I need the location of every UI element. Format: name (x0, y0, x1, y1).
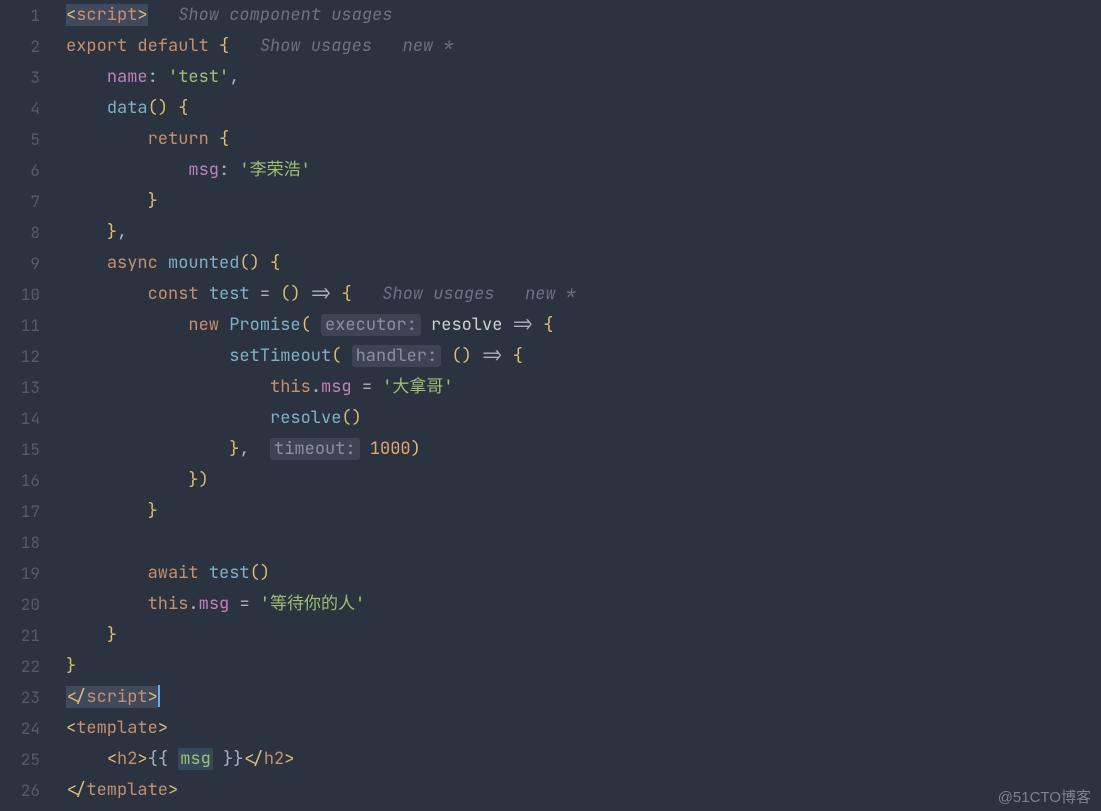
code-line[interactable]: async mounted() { (58, 248, 1101, 279)
code-line[interactable]: new Promise( executor: resolve => { (58, 310, 1101, 341)
code-line[interactable]: return { (58, 124, 1101, 155)
code-line[interactable]: msg: '李荣浩' (58, 155, 1101, 186)
param-inlay: handler: (352, 345, 442, 367)
code-line[interactable]: }, timeout: 1000) (58, 434, 1101, 465)
code-line[interactable]: <h2>{{ msg }}</h2> (58, 744, 1101, 775)
inlay-hint[interactable]: Show usages (382, 283, 494, 305)
code-line[interactable]: await test() (58, 558, 1101, 589)
line-number: 17 (0, 496, 40, 527)
param-inlay: timeout: (270, 438, 360, 460)
line-number: 20 (0, 589, 40, 620)
line-number: 18 (0, 527, 40, 558)
code-line[interactable]: } (58, 620, 1101, 651)
code-line[interactable]: </template> (58, 775, 1101, 806)
line-number-gutter: 1234567891011121314151617181920212223242… (0, 0, 58, 811)
line-number: 4 (0, 93, 40, 124)
line-number: 7 (0, 186, 40, 217)
line-number: 1 (0, 0, 40, 31)
line-number: 5 (0, 124, 40, 155)
line-number: 26 (0, 775, 40, 806)
line-number: 16 (0, 465, 40, 496)
code-line[interactable]: export default { Show usages new * (58, 31, 1101, 62)
line-number: 3 (0, 62, 40, 93)
code-line[interactable]: </script> (58, 682, 1101, 713)
inlay-hint[interactable]: Show component usages (178, 4, 392, 26)
inlay-hint[interactable]: Show usages (260, 35, 372, 57)
line-number: 2 (0, 31, 40, 62)
code-line[interactable]: } (58, 651, 1101, 682)
code-line[interactable]: const test = () => { Show usages new * (58, 279, 1101, 310)
line-number: 8 (0, 217, 40, 248)
inlay-hint[interactable]: new * (403, 35, 454, 57)
line-number: 9 (0, 248, 40, 279)
line-number: 24 (0, 713, 40, 744)
line-number: 14 (0, 403, 40, 434)
text-cursor (158, 685, 160, 707)
code-line[interactable]: name: 'test', (58, 62, 1101, 93)
line-number: 21 (0, 620, 40, 651)
code-line[interactable]: data() { (58, 93, 1101, 124)
code-line[interactable]: } (58, 186, 1101, 217)
code-line[interactable]: <script> Show component usages (58, 0, 1101, 31)
line-number: 6 (0, 155, 40, 186)
line-number: 22 (0, 651, 40, 682)
param-inlay: executor: (321, 314, 421, 336)
code-line[interactable]: this.msg = '等待你的人' (58, 589, 1101, 620)
code-line[interactable]: this.msg = '大拿哥' (58, 372, 1101, 403)
code-line[interactable]: <template> (58, 713, 1101, 744)
line-number: 10 (0, 279, 40, 310)
line-number: 19 (0, 558, 40, 589)
line-number: 15 (0, 434, 40, 465)
line-number: 13 (0, 372, 40, 403)
code-line[interactable]: setTimeout( handler: () => { (58, 341, 1101, 372)
watermark: @51CTO博客 (998, 786, 1091, 807)
code-line[interactable]: }, (58, 217, 1101, 248)
line-number: 11 (0, 310, 40, 341)
code-line[interactable]: resolve() (58, 403, 1101, 434)
code-line[interactable] (58, 527, 1101, 558)
line-number: 12 (0, 341, 40, 372)
line-number: 25 (0, 744, 40, 775)
code-editor[interactable]: 1234567891011121314151617181920212223242… (0, 0, 1101, 811)
code-line[interactable]: }) (58, 465, 1101, 496)
line-number: 23 (0, 682, 40, 713)
code-area[interactable]: <script> Show component usages export de… (58, 0, 1101, 811)
inlay-hint[interactable]: new * (525, 283, 576, 305)
code-line[interactable]: } (58, 496, 1101, 527)
